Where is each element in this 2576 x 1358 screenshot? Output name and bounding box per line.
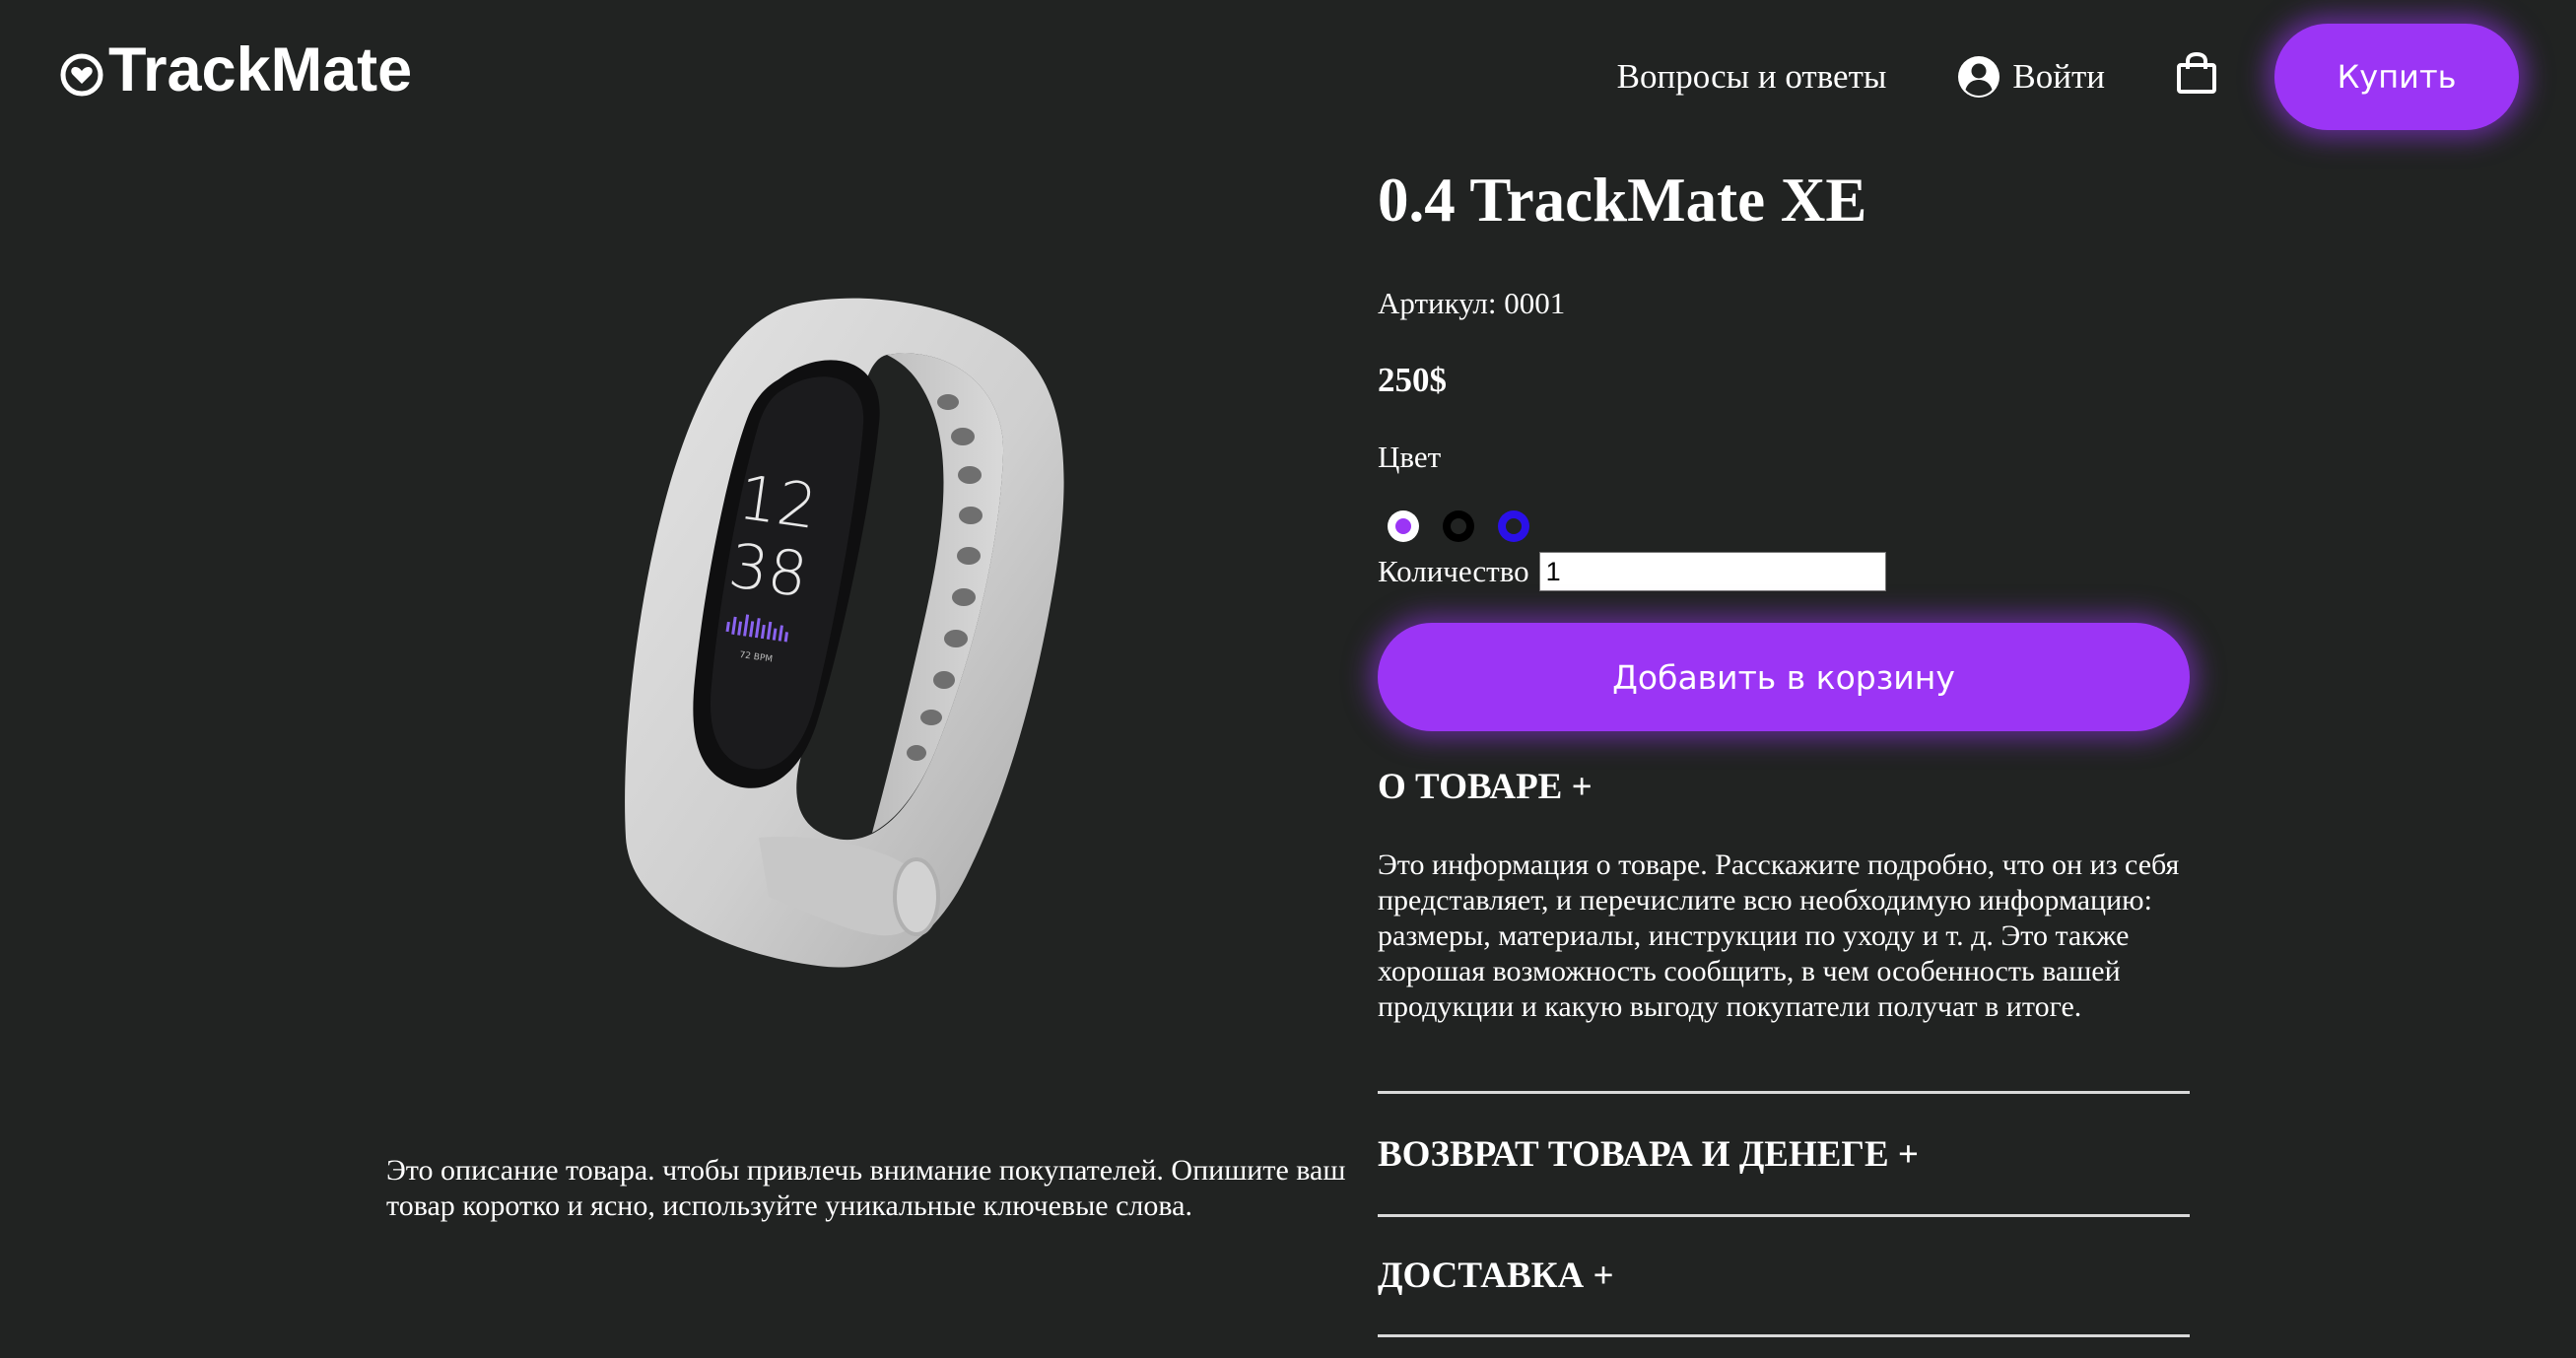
accordion-delivery-toggle[interactable]: ДОСТАВКА + xyxy=(1378,1257,1614,1294)
color-swatch-blue[interactable] xyxy=(1498,510,1529,542)
faq-link[interactable]: Вопросы и ответы xyxy=(1617,57,1887,97)
login-label: Войти xyxy=(2012,57,2105,96)
product-price: 250$ xyxy=(1378,361,1447,399)
quantity-label: Количество xyxy=(1378,554,1529,588)
quantity-input[interactable] xyxy=(1538,552,1886,591)
about-text: Это информация о товаре. Расскажите подр… xyxy=(1378,849,2180,1023)
swatch-inner-dot xyxy=(1451,518,1466,534)
swatch-inner-dot xyxy=(1506,518,1522,534)
band-minute: 38 xyxy=(724,529,811,611)
logo-text: TrackMate xyxy=(108,35,413,104)
divider xyxy=(1378,1214,2190,1217)
product-title: 0.4 TrackMate XE xyxy=(1378,166,1867,235)
quantity-row: Количество xyxy=(1378,552,1886,591)
top-nav: Вопросы и ответы Войти Купить xyxy=(1617,22,2519,132)
color-swatch-black[interactable] xyxy=(1443,510,1474,542)
fitness-band-image: 12 38 72 BPM xyxy=(625,298,1064,968)
color-label: Цвет xyxy=(1378,440,1442,474)
swatch-selected-dot xyxy=(1395,518,1411,534)
buy-button[interactable]: Купить xyxy=(2274,24,2519,130)
color-swatches xyxy=(1388,510,1553,542)
divider xyxy=(1378,1334,2190,1337)
shopping-bag-icon[interactable] xyxy=(2176,51,2217,95)
accordion-about-toggle[interactable]: О ТОВАРЕ + xyxy=(1378,769,1593,805)
add-to-cart-button[interactable]: Добавить в корзину xyxy=(1378,623,2190,731)
user-circle-icon xyxy=(1958,56,2000,98)
product-sku: Артикул: 0001 xyxy=(1378,286,1566,320)
accordion-return-toggle[interactable]: ВОЗВРАТ ТОВАРА И ДЕНЕГЕ + xyxy=(1378,1136,1919,1173)
color-swatch-white[interactable] xyxy=(1388,510,1419,542)
logo[interactable]: TrackMate xyxy=(59,39,412,102)
divider xyxy=(1378,1091,2190,1094)
login-link[interactable]: Войти xyxy=(1957,55,2105,99)
heart-circle-icon xyxy=(60,53,103,96)
short-description: Это описание товара. чтобы привлечь вним… xyxy=(386,1154,1346,1222)
